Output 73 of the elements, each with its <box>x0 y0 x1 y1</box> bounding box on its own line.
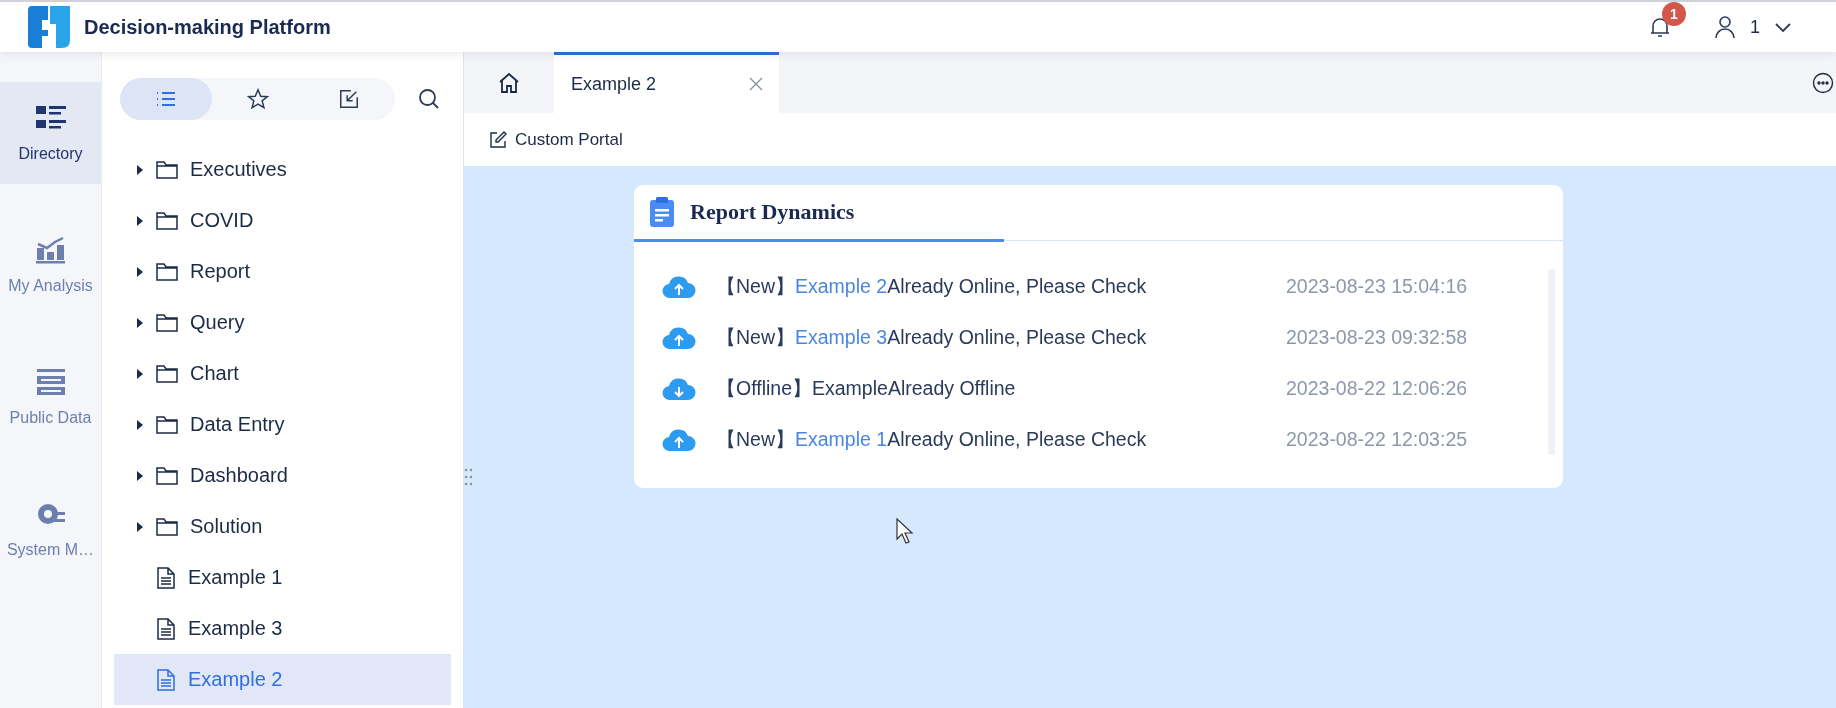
folder-icon <box>156 160 178 179</box>
nav-item[interactable]: Public Data <box>0 346 101 448</box>
timestamp: 2023-08-23 09:32:58 <box>1286 326 1468 349</box>
star-icon[interactable] <box>246 88 269 110</box>
cloud-icon <box>662 274 696 299</box>
platform-title: Decision-making Platform <box>84 15 331 39</box>
nav-item[interactable]: Directory <box>0 82 101 184</box>
folder-icon <box>156 364 178 383</box>
expand-caret-icon[interactable] <box>136 469 144 482</box>
report-link[interactable]: Example 2 <box>795 275 888 297</box>
message-text: 【New】Example 2Already Online, Please Check <box>716 274 1148 299</box>
report-link[interactable]: Example 1 <box>795 428 888 450</box>
database-icon[interactable] <box>34 367 67 397</box>
nav-item[interactable]: My Analysis <box>0 214 101 316</box>
tree-item[interactable]: Data Entry <box>114 399 451 450</box>
expand-caret-icon[interactable] <box>136 163 144 176</box>
cloud-icon <box>662 325 696 350</box>
folder-icon <box>156 211 178 230</box>
folder-icon <box>156 415 178 434</box>
expand-caret-icon[interactable] <box>136 214 144 227</box>
expand-caret-icon[interactable] <box>136 265 144 278</box>
page-tab[interactable]: Example 2 <box>554 52 779 113</box>
tree-item[interactable]: Chart <box>114 348 451 399</box>
more-icon[interactable] <box>1812 71 1834 94</box>
folder-icon <box>156 517 178 536</box>
home-icon[interactable] <box>497 70 521 95</box>
import-icon[interactable] <box>338 88 361 110</box>
expand-caret-icon[interactable] <box>136 316 144 329</box>
tree-item[interactable]: Solution <box>114 501 451 552</box>
chevron-down-icon[interactable] <box>1774 21 1792 33</box>
card-title: Report Dynamics <box>690 199 855 225</box>
document-icon <box>156 668 176 691</box>
message-text: 【New】Example 1Already Online, Please Check <box>716 427 1148 452</box>
user-icon[interactable] <box>1714 15 1736 39</box>
notification-button[interactable] <box>1648 15 1672 39</box>
bar-chart-icon[interactable] <box>34 235 67 265</box>
tree-item[interactable]: Executives <box>114 144 451 195</box>
user-menu[interactable]: 1 <box>1714 15 1792 39</box>
list-view-tab[interactable] <box>120 78 212 120</box>
logo-icon <box>28 6 70 48</box>
tree-item[interactable]: Example 1 <box>114 552 451 603</box>
timestamp: 2023-08-23 15:04:16 <box>1286 275 1468 298</box>
tree-item[interactable]: COVID <box>114 195 451 246</box>
notification-badge: 1 <box>1662 2 1686 26</box>
clipboard-icon <box>650 197 674 227</box>
tree-item[interactable]: Query <box>114 297 451 348</box>
document-icon <box>156 617 176 640</box>
resize-handle-icon[interactable] <box>464 467 472 487</box>
search-button[interactable] <box>417 87 441 111</box>
close-icon[interactable] <box>749 77 763 91</box>
tree-item[interactable]: Dashboard <box>114 450 451 501</box>
folder-icon <box>156 262 178 281</box>
folder-icon <box>156 466 178 485</box>
nav-item[interactable]: System M… <box>0 478 101 580</box>
tree-item[interactable]: Example 2 <box>114 654 451 705</box>
document-icon <box>156 566 176 589</box>
edit-icon[interactable] <box>489 130 507 149</box>
tree-item[interactable]: Example 3 <box>114 603 451 654</box>
expand-caret-icon[interactable] <box>136 520 144 533</box>
tree-item[interactable]: Report <box>114 246 451 297</box>
message-text: 【Offline】ExampleAlready Offline <box>716 376 1017 401</box>
custom-portal-button[interactable]: Custom Portal <box>489 129 623 150</box>
cursor-icon <box>896 518 914 544</box>
folder-icon <box>156 313 178 332</box>
cloud-icon <box>662 427 696 452</box>
message-text: 【New】Example 3Already Online, Please Check <box>716 325 1148 350</box>
timestamp: 2023-08-22 12:03:25 <box>1286 428 1468 451</box>
list-icon[interactable] <box>154 89 177 109</box>
expand-caret-icon[interactable] <box>136 418 144 431</box>
cloud-icon <box>662 376 696 401</box>
expand-caret-icon[interactable] <box>136 367 144 380</box>
report-link[interactable]: Example 3 <box>795 326 888 348</box>
timestamp: 2023-08-22 12:06:26 <box>1286 377 1468 400</box>
